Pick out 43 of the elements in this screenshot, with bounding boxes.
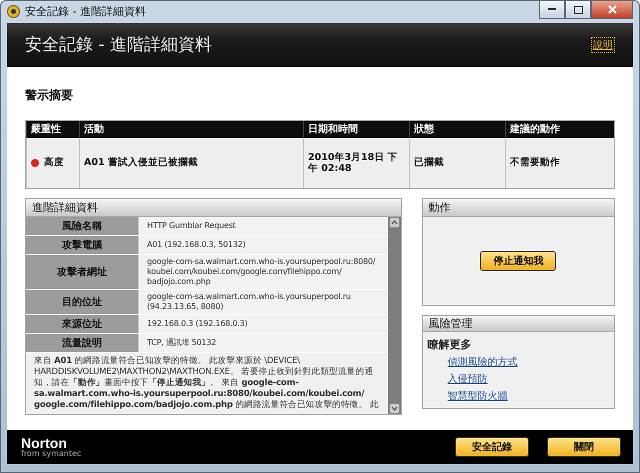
scrollbar[interactable] [388,216,401,414]
table-cell: 2010年3月18日 下午 02:48 [303,138,409,188]
minimize-button[interactable] [539,1,565,19]
section-title: 警示摘要 [25,86,73,104]
detail-label: 目的位址 [26,290,138,314]
panel-title: 進階詳細資料 [26,198,401,217]
panel-title: 動作 [422,198,614,217]
column-header: 建議的動作 [505,120,614,138]
detail-label: 來源位址 [26,314,138,333]
description-text: 來自 A01 的網路流量符合已知攻擊的特徵。 此攻擊來源於 \DEVICE\ HARDDISKVOLUME2\MAXTHON2\MAXTHON.EXE。 若要停止收到針對此類型流量的通知，請在「動作」畫面中按下「停止通知我」。 來自 google-com-sa.walmart.com.who-is.yoursuperpool.ru:8080/koubei.com/koubei.com/ google.com/filehippo.com/badjojo.com.php 的網路流量符合已知攻擊的特徵。 此 [33,354,380,412]
table-cell: 已攔截 [409,138,505,188]
help-link[interactable]: 說明 [591,36,615,53]
maximize-icon [574,6,582,14]
column-header: 嚴重性 [26,120,79,138]
help-link[interactable]: 智慧型防火牆 [448,388,508,403]
logo-text: Norton [21,436,67,450]
help-link[interactable]: 入侵預防 [448,372,488,386]
detail-label: 流量說明 [26,334,138,352]
footer-button[interactable]: 關閉 [547,437,621,458]
logo-subtext: from symantec [21,450,82,458]
detail-label: 攻擊者網址 [26,254,138,289]
detail-label: 攻擊電腦 [26,236,138,254]
column-header: 活動 [79,120,303,138]
minimize-icon [548,8,556,11]
close-button[interactable] [591,1,633,19]
help-link[interactable]: 偵測風險的方式 [448,354,518,369]
table-cell: A01 嘗試入侵並已被攔截 [79,138,303,188]
stop-notify-button[interactable]: 停止通知我 [480,250,556,271]
scroll-down-icon[interactable] [388,402,400,414]
column-header: 日期和時間 [303,120,409,138]
table-cell: 不需要動作 [505,138,614,188]
panel-title: 風險管理 [422,316,614,332]
severity-text: 高度 [44,157,64,168]
scroll-up-icon[interactable] [388,216,400,228]
detail-label: 風險名稱 [26,216,138,235]
page-title: 安全記錄 - 進階詳細資料 [25,34,212,56]
close-icon [608,5,616,14]
subtitle: 瞭解更多 [428,336,472,352]
maximize-button[interactable] [565,1,591,19]
footer-button[interactable]: 安全記錄 [455,437,529,458]
column-header: 狀態 [409,120,505,138]
app-icon [7,5,20,18]
window-title: 安全記錄 - 進階詳細資料 [25,4,147,20]
